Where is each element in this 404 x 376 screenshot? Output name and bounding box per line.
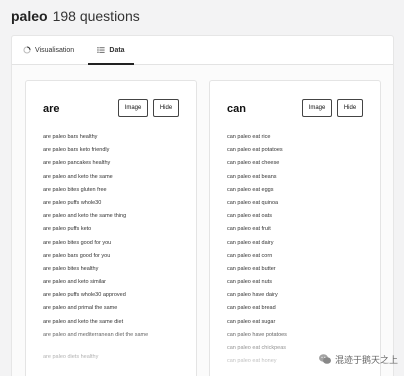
question-count: 198 questions [52, 8, 140, 24]
question-item[interactable]: are paleo pancakes healthy [43, 160, 183, 173]
view-tabs: Visualisation Data [12, 36, 393, 65]
question-item[interactable]: are paleo puffs whole30 approved [43, 292, 183, 305]
question-item[interactable]: can paleo eat beans [227, 174, 367, 187]
question-item[interactable]: are paleo bars keto friendly [43, 147, 183, 160]
tab-data[interactable]: Data [88, 36, 134, 65]
hide-button[interactable]: Hide [153, 99, 179, 117]
question-list: are paleo bars healthy are paleo bars ke… [43, 134, 183, 367]
question-item[interactable]: are paleo bites gluten free [43, 187, 183, 200]
watermark-text: 混迹于鹅天之上 [334, 354, 398, 365]
watermark: 混迹于鹅天之上 [318, 352, 398, 366]
question-item[interactable]: can paleo eat oats [227, 213, 367, 226]
question-list: can paleo eat rice can paleo eat potatoe… [227, 134, 367, 371]
question-item[interactable]: can paleo eat potatoes [227, 147, 367, 160]
image-button[interactable]: Image [118, 99, 148, 117]
card-title: can [227, 103, 246, 115]
page: paleo 198 questions Visualisation Data a… [0, 0, 404, 376]
tab-data-label: Data [109, 46, 125, 54]
results-panel: Visualisation Data are Image Hide are pa… [11, 35, 394, 376]
question-item[interactable]: can paleo eat dairy [227, 240, 367, 253]
question-item[interactable]: are paleo puffs whole30 [43, 200, 183, 213]
question-item[interactable]: can paleo eat nuts [227, 279, 367, 292]
question-item[interactable]: can paleo have dairy [227, 292, 367, 305]
wechat-icon [318, 352, 332, 366]
question-item[interactable]: can paleo eat cheese [227, 160, 367, 173]
question-item[interactable]: are paleo bites healthy [43, 266, 183, 279]
question-item[interactable]: can paleo eat sugar [227, 319, 367, 332]
page-header: paleo 198 questions [11, 8, 140, 30]
question-item[interactable]: can paleo eat bread [227, 305, 367, 318]
question-item[interactable]: are paleo puffs keto [43, 226, 183, 239]
image-button[interactable]: Image [302, 99, 332, 117]
question-item[interactable]: can paleo have potatoes [227, 332, 367, 345]
hide-button[interactable]: Hide [337, 99, 363, 117]
tab-visualisation[interactable]: Visualisation [23, 36, 74, 64]
question-card-are: are Image Hide are paleo bars healthy ar… [25, 80, 197, 376]
card-title: are [43, 103, 60, 115]
question-item[interactable]: are paleo and mediterranean diet the sam… [43, 332, 183, 354]
question-item[interactable]: are paleo and keto the same diet [43, 319, 183, 332]
question-item[interactable]: are paleo bars good for you [43, 253, 183, 266]
question-item[interactable]: can paleo eat fruit [227, 226, 367, 239]
question-item[interactable]: can paleo eat butter [227, 266, 367, 279]
question-item[interactable]: can paleo eat rice [227, 134, 367, 147]
question-item[interactable]: are paleo diets healthy [43, 354, 183, 367]
question-item[interactable]: are paleo bars healthy [43, 134, 183, 147]
question-item[interactable]: are paleo and primal the same [43, 305, 183, 318]
question-item[interactable]: can paleo eat eggs [227, 187, 367, 200]
list-icon [97, 46, 106, 54]
search-keyword: paleo [11, 8, 48, 24]
tab-visualisation-label: Visualisation [35, 46, 75, 54]
question-item[interactable]: can paleo eat corn [227, 253, 367, 266]
question-item[interactable]: are paleo and keto the same [43, 174, 183, 187]
loading-circle-icon [23, 46, 31, 54]
question-item[interactable]: are paleo bites good for you [43, 240, 183, 253]
question-item[interactable]: can paleo eat quinoa [227, 200, 367, 213]
question-item[interactable]: are paleo and keto the same thing [43, 213, 183, 226]
question-item[interactable]: are paleo and keto similar [43, 279, 183, 292]
question-card-can: can Image Hide can paleo eat rice can pa… [209, 80, 381, 376]
